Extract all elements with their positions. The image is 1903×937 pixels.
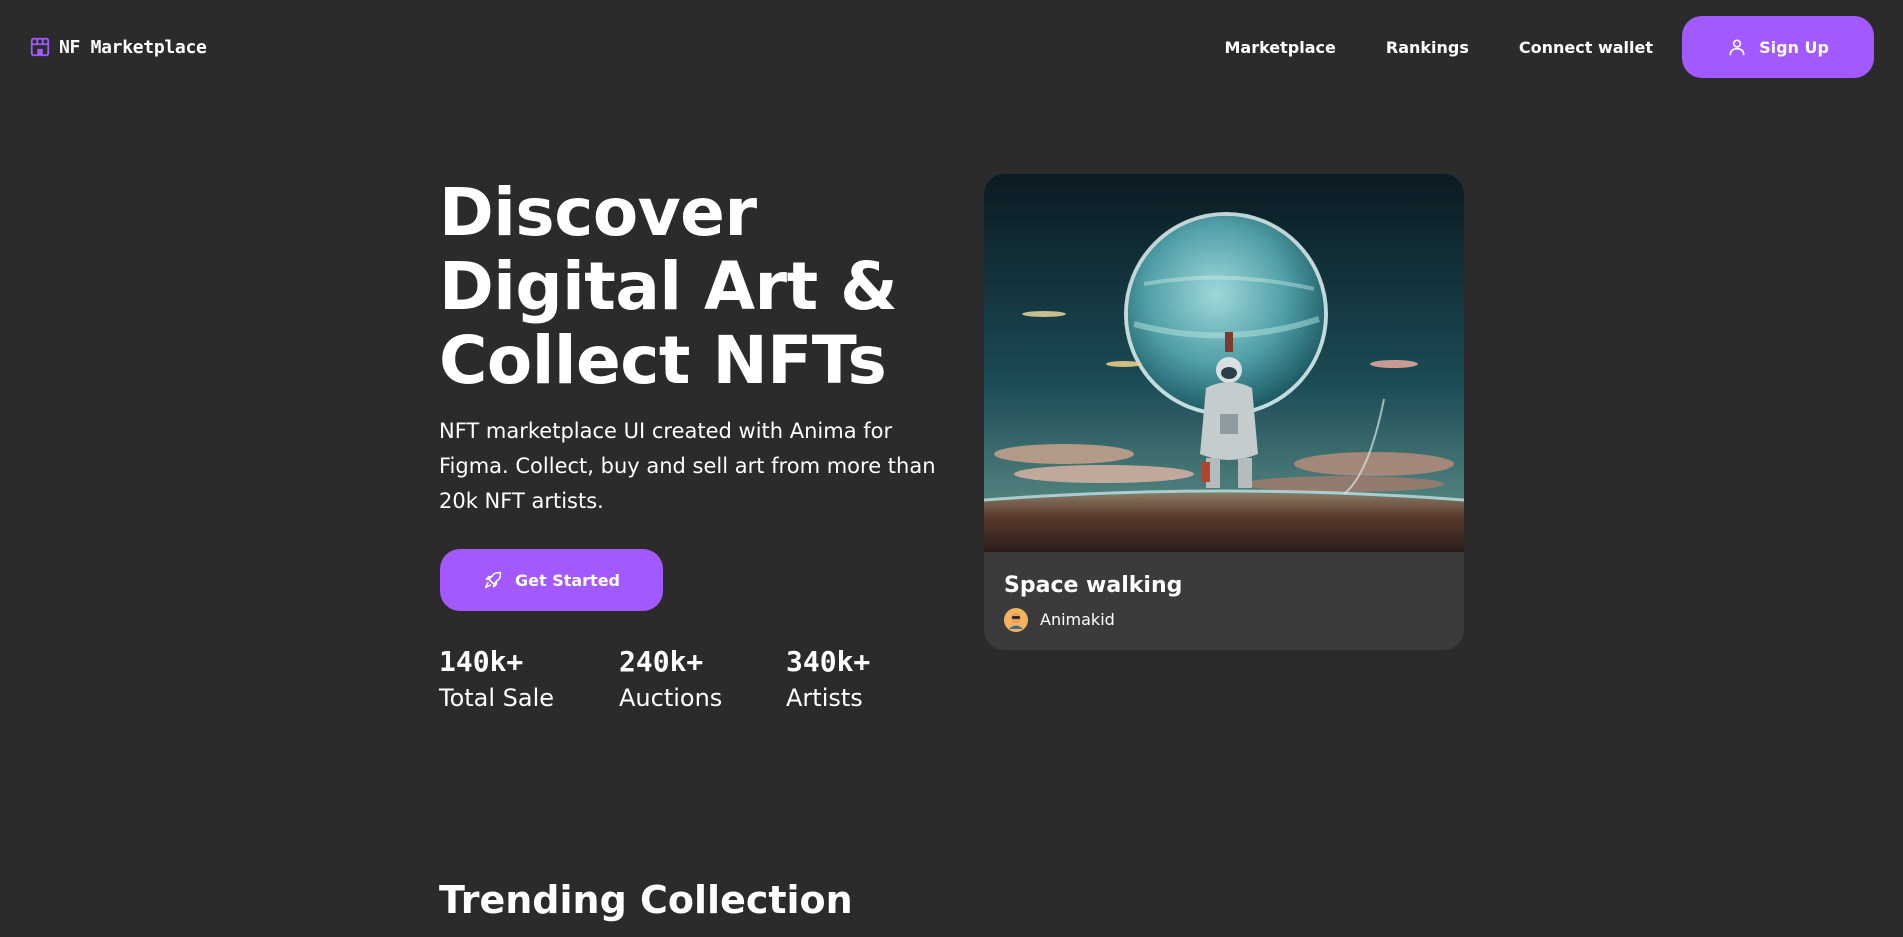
nav-link-connect-wallet[interactable]: Connect wallet	[1519, 38, 1653, 57]
get-started-label: Get Started	[514, 570, 620, 590]
stat-auctions: 240k+ Auctions	[619, 644, 786, 716]
user-icon	[1729, 39, 1745, 56]
hero-title-line-1: Discover	[439, 174, 757, 251]
nav-link-marketplace[interactable]: Marketplace	[1224, 38, 1335, 57]
nft-title: Space walking	[1004, 573, 1183, 598]
hero-description: NFT marketplace UI created with Anima fo…	[439, 419, 936, 513]
logo-text: NF Marketplace	[59, 36, 207, 58]
rocket-icon	[484, 571, 502, 589]
page: NF Marketplace Marketplace Rankings Conn…	[0, 0, 1903, 937]
stat-artists: 340k+ Artists	[786, 644, 906, 716]
stat-value: 340k+	[786, 645, 871, 678]
storefront-icon	[30, 37, 50, 57]
stat-label: Auctions	[619, 684, 723, 712]
trending-collection-heading: Trending Collection	[439, 878, 853, 922]
artist-avatar	[1004, 608, 1028, 632]
astronaut-planet-artwork	[984, 174, 1464, 552]
get-started-button[interactable]: Get Started	[440, 549, 663, 611]
top-navigation-bar: NF Marketplace Marketplace Rankings Conn…	[0, 0, 1903, 94]
stat-value: 240k+	[619, 645, 704, 678]
card-info: Space walking Animakid	[984, 552, 1464, 632]
nav-link-rankings[interactable]: Rankings	[1386, 38, 1469, 57]
featured-nft-card[interactable]: Space walking Animakid	[984, 174, 1464, 650]
stat-value: 140k+	[439, 645, 524, 678]
sign-up-button[interactable]: Sign Up	[1682, 16, 1874, 78]
stat-label: Artists	[786, 684, 863, 712]
sign-up-label: Sign Up	[1759, 37, 1829, 57]
hero-title-line-3: Collect NFTs	[439, 322, 887, 399]
stat-total-sale: 140k+ Total Sale	[439, 644, 619, 716]
hero-title-line-2: Digital Art &	[439, 248, 898, 325]
hero-title: Discover Digital Art & Collect NFTs	[439, 176, 959, 398]
artist-info[interactable]: Animakid	[1004, 608, 1444, 632]
hero-stats: 140k+ Total Sale 240k+ Auctions 340k+ Ar…	[439, 644, 906, 716]
stat-label: Total Sale	[439, 684, 555, 712]
main-navigation: Marketplace Rankings Connect wallet Sign…	[1224, 16, 1874, 78]
site-logo[interactable]: NF Marketplace	[29, 33, 207, 61]
artist-name: Animakid	[1040, 610, 1115, 629]
